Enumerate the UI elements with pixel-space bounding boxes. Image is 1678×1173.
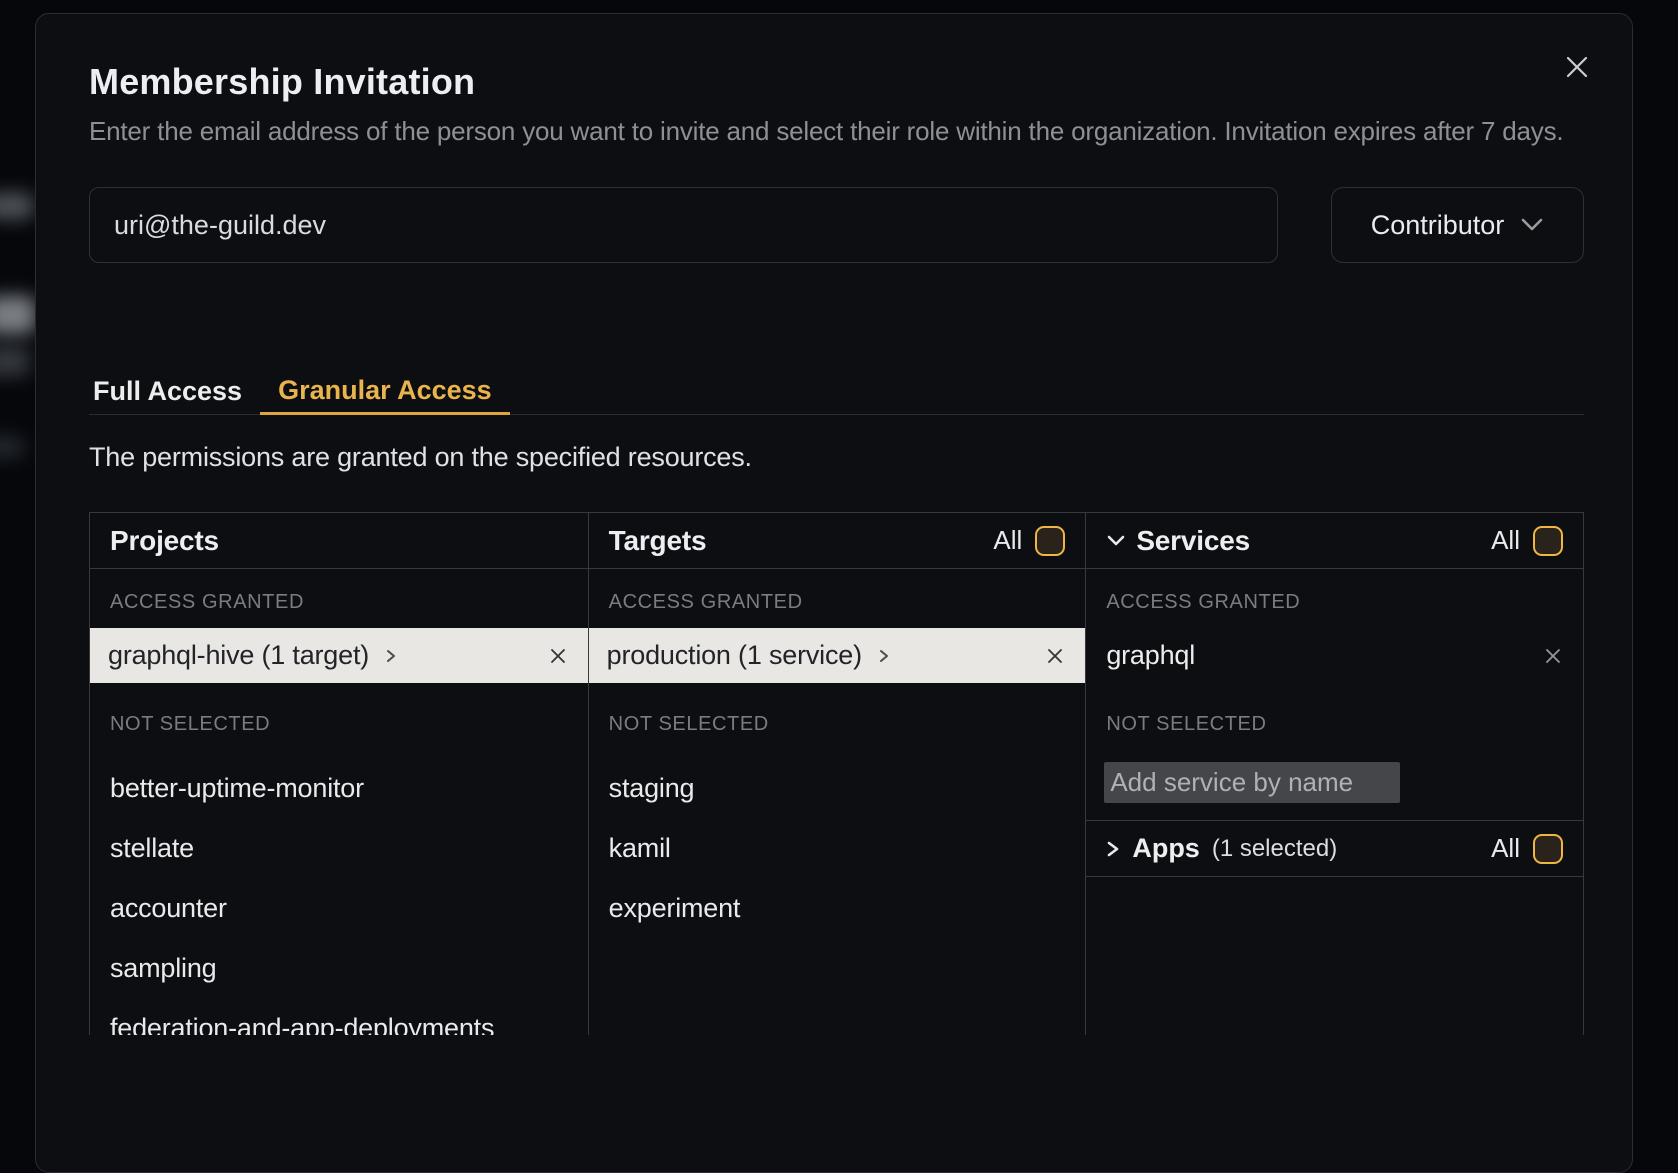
dialog-title: Membership Invitation bbox=[89, 60, 1584, 104]
projects-column-title: Projects bbox=[110, 525, 219, 557]
project-list-item[interactable]: sampling bbox=[90, 938, 588, 998]
dialog-description: Enter the email address of the person yo… bbox=[89, 112, 1584, 151]
target-list-item[interactable]: experiment bbox=[589, 878, 1086, 938]
apps-all-label: All bbox=[1491, 833, 1520, 864]
project-list-item[interactable]: better-uptime-monitor bbox=[90, 758, 588, 818]
granted-service-row: graphql bbox=[1086, 628, 1583, 683]
services-column: Services All ACCESS GRANTED graphql bbox=[1085, 513, 1583, 1035]
apps-section-header[interactable]: Apps (1 selected) All bbox=[1086, 820, 1583, 877]
services-column-header[interactable]: Services All bbox=[1086, 513, 1583, 569]
add-service-input[interactable] bbox=[1104, 762, 1400, 803]
targets-all-label: All bbox=[993, 525, 1022, 556]
role-select-value: Contributor bbox=[1371, 210, 1505, 241]
x-icon bbox=[550, 648, 566, 664]
projects-column: Projects ACCESS GRANTED graphql-hive (1 … bbox=[90, 513, 588, 1035]
selected-target-name: production (1 service) bbox=[607, 640, 862, 671]
email-input[interactable] bbox=[89, 187, 1278, 263]
not-selected-label: NOT SELECTED bbox=[1086, 683, 1583, 758]
x-icon bbox=[1545, 648, 1561, 664]
services-all-checkbox[interactable] bbox=[1533, 526, 1563, 556]
access-granted-label: ACCESS GRANTED bbox=[90, 569, 588, 628]
access-granted-label: ACCESS GRANTED bbox=[1086, 569, 1583, 628]
not-selected-label: NOT SELECTED bbox=[90, 683, 588, 758]
selected-target-row[interactable]: production (1 service) bbox=[589, 628, 1086, 683]
projects-column-header: Projects bbox=[90, 513, 588, 569]
targets-column-title: Targets bbox=[609, 525, 707, 557]
role-select[interactable]: Contributor bbox=[1331, 187, 1584, 263]
targets-all-checkbox[interactable] bbox=[1035, 526, 1065, 556]
chevron-right-icon bbox=[877, 646, 891, 666]
background-blur-artifact bbox=[0, 296, 36, 334]
chevron-right-icon bbox=[1106, 839, 1120, 859]
project-list-item[interactable]: stellate bbox=[90, 818, 588, 878]
remove-service-button[interactable] bbox=[1545, 648, 1561, 664]
chevron-down-icon bbox=[1106, 534, 1126, 548]
apps-all-checkbox[interactable] bbox=[1533, 834, 1563, 864]
x-icon bbox=[1047, 648, 1063, 664]
targets-column: Targets All ACCESS GRANTED production (1… bbox=[588, 513, 1086, 1035]
apps-selected-count: (1 selected) bbox=[1212, 835, 1337, 863]
permissions-note: The permissions are granted on the speci… bbox=[89, 442, 1584, 473]
target-list-item[interactable]: kamil bbox=[589, 818, 1086, 878]
tab-granular-access[interactable]: Granular Access bbox=[260, 368, 510, 415]
project-list-item[interactable]: accounter bbox=[90, 878, 588, 938]
not-selected-label: NOT SELECTED bbox=[589, 683, 1086, 758]
tab-full-access[interactable]: Full Access bbox=[89, 368, 260, 415]
remove-target-button[interactable] bbox=[1047, 648, 1063, 664]
background-blur-artifact bbox=[0, 193, 34, 219]
apps-section-title: Apps bbox=[1132, 833, 1200, 864]
background-blur-artifact bbox=[0, 346, 30, 376]
selected-project-row[interactable]: graphql-hive (1 target) bbox=[90, 628, 588, 683]
resource-table: Projects ACCESS GRANTED graphql-hive (1 … bbox=[89, 512, 1584, 1035]
membership-invitation-dialog: Membership Invitation Enter the email ad… bbox=[35, 13, 1633, 1173]
projects-list: better-uptime-monitor stellate accounter… bbox=[90, 758, 588, 1035]
chevron-down-icon bbox=[1520, 217, 1544, 233]
targets-list: staging kamil experiment bbox=[589, 758, 1086, 938]
target-list-item[interactable]: staging bbox=[589, 758, 1086, 818]
invite-form-row: Contributor bbox=[89, 187, 1584, 263]
selected-project-name: graphql-hive (1 target) bbox=[108, 640, 369, 671]
services-all-label: All bbox=[1491, 525, 1520, 556]
project-list-item[interactable]: federation-and-app-deployments bbox=[90, 998, 588, 1035]
granted-service-name: graphql bbox=[1106, 640, 1195, 671]
remove-project-button[interactable] bbox=[550, 648, 566, 664]
background-blur-artifact bbox=[0, 436, 24, 458]
services-column-title: Services bbox=[1136, 525, 1250, 557]
targets-column-header: Targets All bbox=[589, 513, 1086, 569]
access-granted-label: ACCESS GRANTED bbox=[589, 569, 1086, 628]
access-tabs: Full Access Granular Access bbox=[89, 368, 1584, 415]
chevron-right-icon bbox=[384, 646, 398, 666]
